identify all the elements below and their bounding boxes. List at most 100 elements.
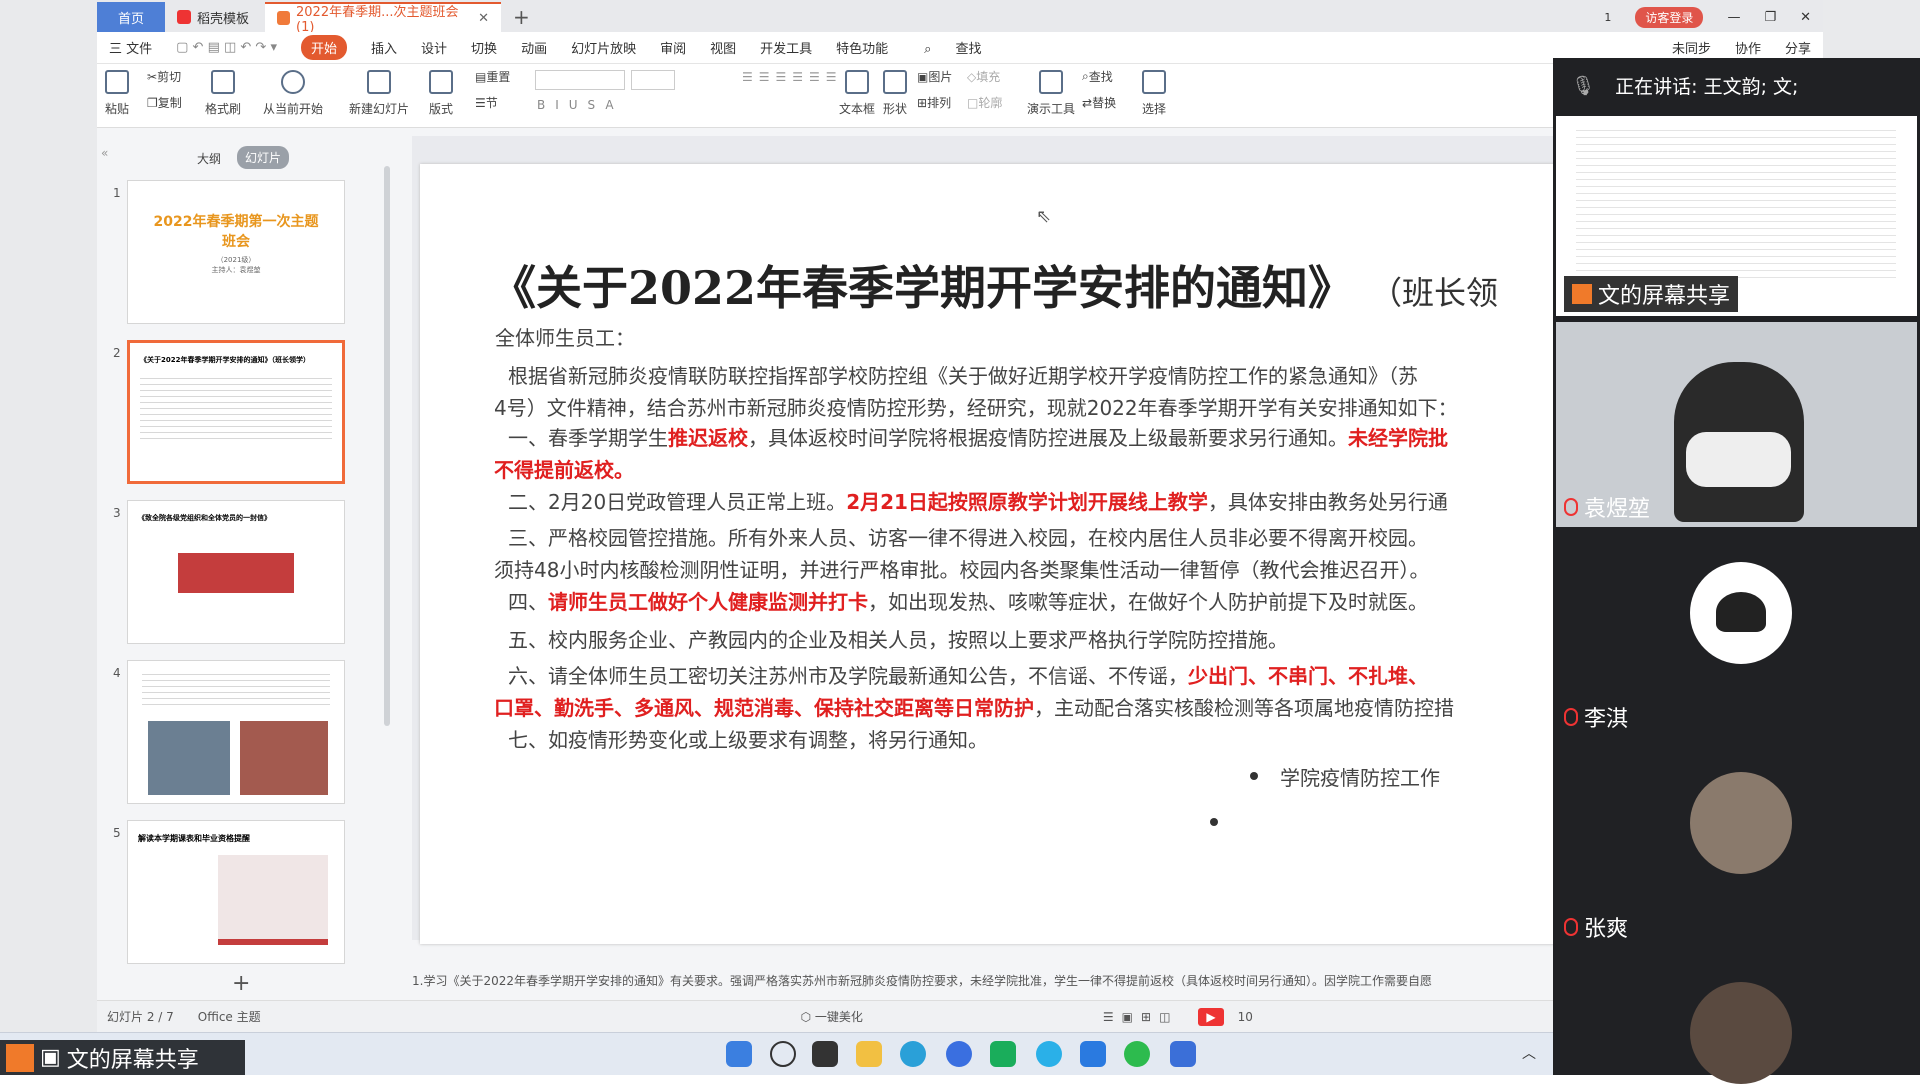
cut-button[interactable]: ✂ 剪切: [147, 68, 181, 85]
shape-button[interactable]: 形状: [883, 70, 907, 117]
speaker-notes[interactable]: 1.学习《关于2022年春季学期开学安排的通知》有关要求。强调严格落实苏州市新冠…: [412, 972, 1652, 1002]
tab-home[interactable]: 首页: [97, 2, 165, 32]
tab-bar: 首页 稻壳模板 2022年春季期...次主题班会(1) ✕ + 1 访客登录 — …: [97, 0, 1823, 35]
menu-file[interactable]: 三 文件: [109, 38, 152, 57]
share-button[interactable]: 分享: [1785, 38, 1811, 57]
search-icon[interactable]: [770, 1041, 796, 1067]
font-size-select[interactable]: [631, 70, 675, 90]
person-icon: [1572, 284, 1592, 304]
task-view-icon[interactable]: [812, 1041, 838, 1067]
format-painter-label: 格式刷: [205, 102, 242, 116]
replace-button[interactable]: ⇄ 替换: [1082, 94, 1116, 111]
folder-icon[interactable]: [856, 1041, 882, 1067]
fill-button[interactable]: ◇ 填充: [967, 68, 1000, 85]
section-button[interactable]: ☰ 节: [475, 94, 498, 111]
outline-label: 轮廓: [978, 96, 1003, 110]
menu-view[interactable]: 视图: [710, 38, 736, 57]
video-tile-4[interactable]: [1556, 952, 1917, 1084]
avatar: [1690, 772, 1792, 874]
chat-icon[interactable]: [990, 1041, 1016, 1067]
tray-chevron-icon[interactable]: ︿: [1522, 1043, 1536, 1063]
outline-button[interactable]: □ 轮廓: [967, 94, 1002, 111]
slide-thumb-5[interactable]: 解读本学期课表和毕业资格提醒: [127, 820, 345, 964]
play-icon: [281, 70, 305, 94]
menu-animation[interactable]: 动画: [521, 38, 547, 57]
video-tile-1[interactable]: 袁煜堃: [1556, 322, 1917, 527]
close-tab-icon[interactable]: ✕: [478, 11, 489, 26]
login-button[interactable]: 访客登录: [1623, 2, 1715, 32]
minimize-icon[interactable]: —: [1715, 2, 1752, 32]
slide-thumb-4[interactable]: [127, 660, 345, 804]
menu-design[interactable]: 设计: [421, 38, 447, 57]
meeting-icon[interactable]: [1080, 1041, 1106, 1067]
slide-thumb-1[interactable]: 2022年春季期第一次主题班会 （2021级） 主持人：袁煜堃: [127, 180, 345, 324]
new-slide-button[interactable]: 新建幻灯片: [349, 70, 409, 117]
docer-icon: [177, 10, 191, 24]
wechat-icon[interactable]: [1124, 1041, 1150, 1067]
close-window-icon[interactable]: ✕: [1788, 2, 1823, 32]
play-slideshow-icon[interactable]: ▶: [1198, 1007, 1224, 1026]
picture-button[interactable]: ▣ 图片: [917, 68, 952, 85]
menu-review[interactable]: 审阅: [660, 38, 686, 57]
font-format-icons[interactable]: BIUSA: [537, 98, 624, 112]
zoom-level[interactable]: 10: [1238, 1010, 1253, 1024]
find-button[interactable]: ⌕ 查找: [1082, 68, 1113, 85]
app-icon[interactable]: [946, 1041, 972, 1067]
tab-template[interactable]: 稻壳模板: [165, 2, 265, 32]
menu-find[interactable]: ⌕ 查找: [912, 38, 993, 57]
collapse-pane-icon[interactable]: «: [101, 146, 108, 160]
select-button[interactable]: 选择: [1142, 70, 1166, 117]
new-tab-button[interactable]: +: [501, 2, 542, 32]
beautify-button[interactable]: ⬡ 一键美化: [801, 1008, 863, 1025]
textbox-button[interactable]: 文本框: [839, 70, 875, 117]
add-slide-icon[interactable]: +: [232, 971, 250, 996]
layout-button[interactable]: 版式: [429, 70, 453, 117]
tab-document-label: 2022年春季期...次主题班会(1): [296, 5, 459, 35]
thumb-title: 2022年春季期第一次主题班会: [153, 214, 319, 250]
screen-share-tile[interactable]: 文的屏幕共享: [1556, 116, 1917, 316]
browser-icon[interactable]: [1036, 1041, 1062, 1067]
edge-icon[interactable]: [900, 1041, 926, 1067]
slide-thumb-2[interactable]: 《关于2022年春季学期开学安排的通知》（班长领学）: [127, 340, 345, 484]
menu-home[interactable]: 开始: [301, 35, 348, 60]
from-current-button[interactable]: 从当前开始: [263, 70, 323, 117]
menu-slideshow[interactable]: 幻灯片放映: [571, 38, 636, 57]
thumb-scrollbar[interactable]: [384, 166, 390, 726]
restore-icon[interactable]: ❐: [1752, 2, 1788, 32]
paste-icon: [105, 70, 129, 94]
slide-canvas[interactable]: 《关于2022年春季学期开学安排的通知》 （班长领 全体师生员工： 根据省新冠肺…: [420, 164, 1660, 944]
menu-insert[interactable]: 插入: [371, 38, 397, 57]
arrange-button[interactable]: ⊞ 排列: [917, 94, 951, 111]
start-icon[interactable]: [726, 1041, 752, 1067]
thumb-title: 解读本学期课表和毕业资格提醒: [138, 834, 250, 843]
font-name-select[interactable]: [535, 70, 625, 90]
paragraph-intro: 根据省新冠肺炎疫情联防联控指挥部学校防控组《关于做好近期学校开学疫情防控工作的紧…: [494, 360, 1660, 424]
paragraph-icons[interactable]: ☰☰☰☰☰☰: [742, 70, 843, 84]
outline-tab[interactable]: 大纲: [197, 150, 221, 167]
slides-tab[interactable]: 幻灯片: [237, 146, 290, 169]
copy-icon: ❐: [147, 95, 158, 110]
collab-button[interactable]: 协作: [1735, 38, 1761, 57]
reset-icon: ▤: [475, 69, 487, 84]
video-tile-2[interactable]: 李淇: [1556, 532, 1917, 737]
paste-button[interactable]: 粘贴: [105, 70, 129, 117]
highlight-text: 推迟返校: [668, 426, 748, 450]
reset-button[interactable]: ▤ 重置: [475, 68, 510, 85]
video-tile-3[interactable]: 张爽: [1556, 742, 1917, 947]
view-mode-icons[interactable]: ☰▣⊞◫: [1103, 1010, 1179, 1024]
format-painter-button[interactable]: 格式刷: [205, 70, 241, 117]
slide-thumb-3[interactable]: 《致全院各级党组织和全体党员的一封信》: [127, 500, 345, 644]
sync-status[interactable]: 未同步: [1672, 38, 1711, 57]
paragraph-2: 二、2月20日党政管理人员正常上班。2月21日起按照原教学计划开展线上教学，具体…: [508, 486, 1660, 518]
menu-developer[interactable]: 开发工具: [760, 38, 812, 57]
salutation: 全体师生员工：: [495, 326, 635, 350]
paragraph-7: 七、如疫情形势变化或上级要求有调整，将另行通知。: [508, 728, 988, 752]
present-tools-button[interactable]: 演示工具: [1027, 70, 1075, 117]
menu-features[interactable]: 特色功能: [836, 38, 888, 57]
quick-tools-icon[interactable]: ▢ ↶ ▤ ◫ ↶ ↷ ▾: [176, 40, 277, 55]
wps-icon[interactable]: [1170, 1041, 1196, 1067]
thumb-number: 4: [113, 666, 121, 680]
menu-transition[interactable]: 切换: [471, 38, 497, 57]
copy-button[interactable]: ❐ 复制: [147, 94, 182, 111]
tab-document[interactable]: 2022年春季期...次主题班会(1) ✕: [265, 2, 501, 35]
